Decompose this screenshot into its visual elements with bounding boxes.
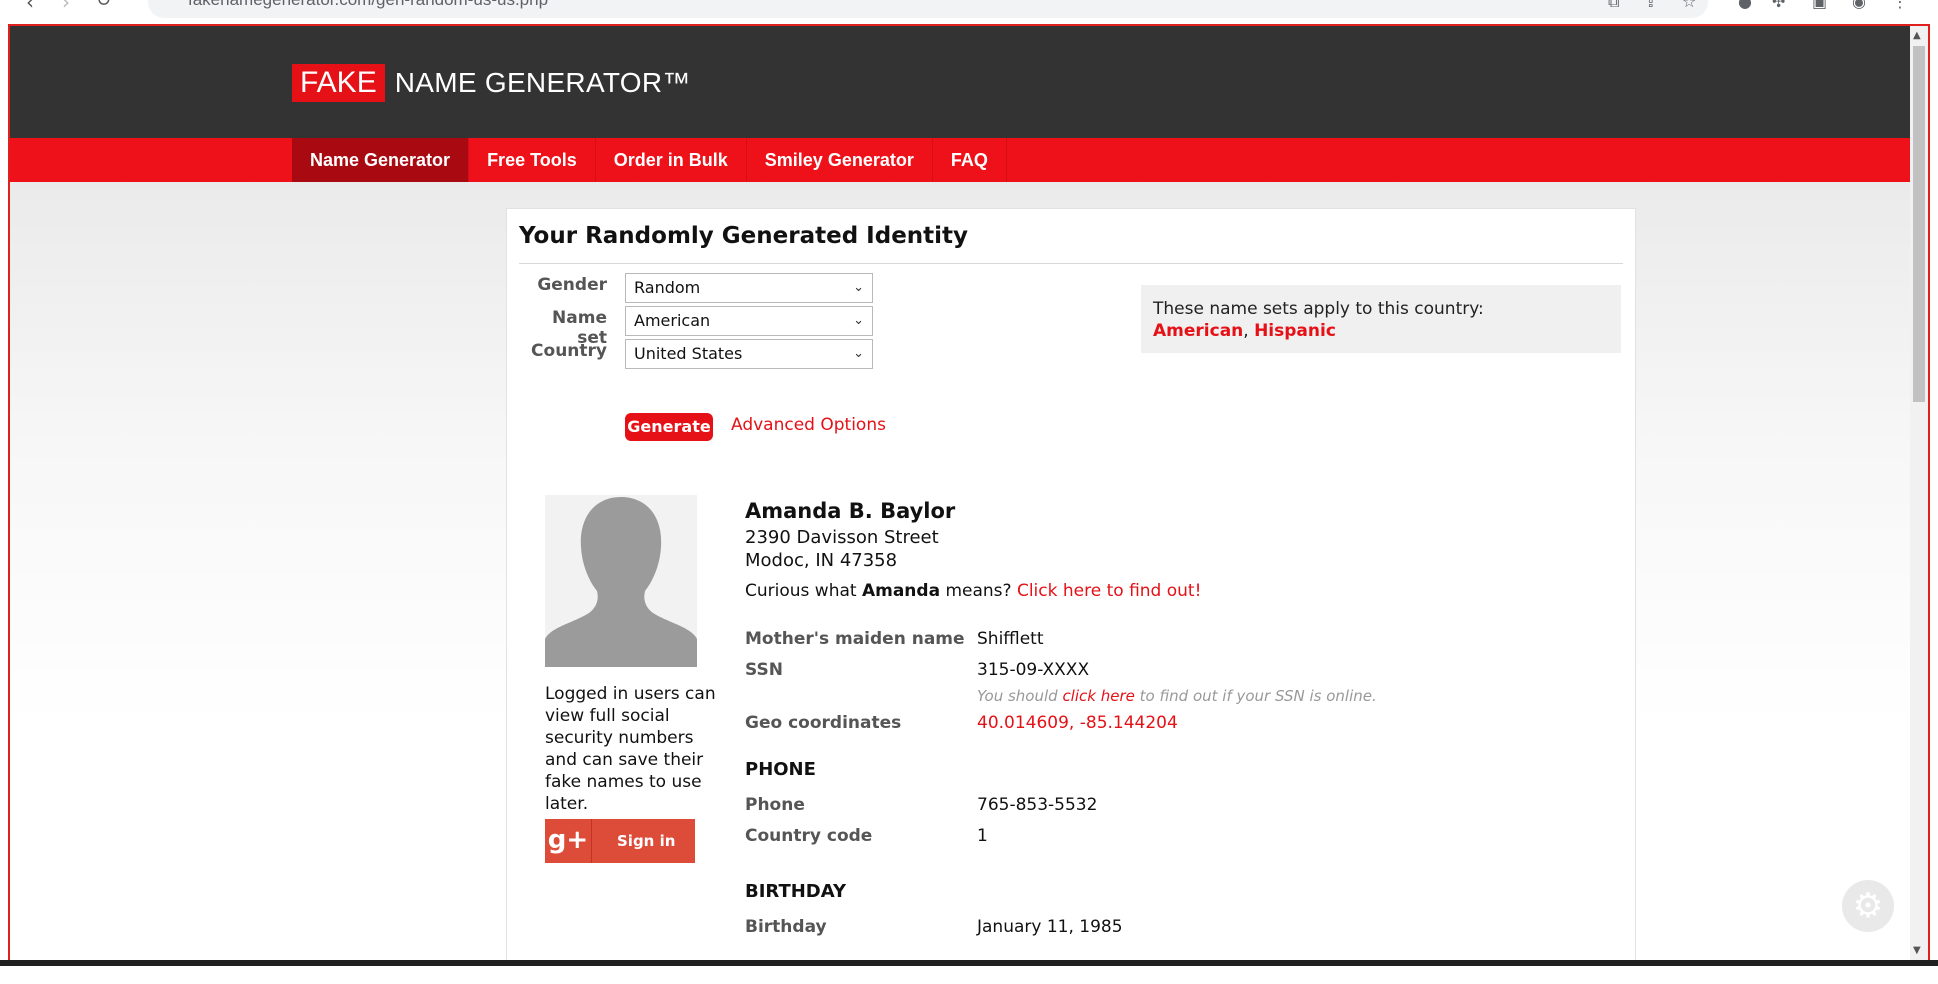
ssn-note-suffix: to find out if your SSN is online. [1134,687,1377,705]
ssn-label: SSN [745,660,783,680]
name-sets-list: American, Hispanic [1153,321,1336,341]
phone-label: Phone [745,795,805,815]
scroll-down-arrow-icon[interactable]: ▼ [1913,945,1921,956]
person-silhouette-icon [545,495,697,667]
page-title: Your Randomly Generated Identity [519,223,969,249]
chevron-down-icon: ⌄ [853,346,864,361]
taskbar-strip [0,960,1938,966]
signin-label: Sign in [617,832,676,850]
google-plus-signin-button[interactable]: g+ Sign in [545,819,695,863]
name-meaning-link[interactable]: Click here to find out! [1017,581,1201,601]
translate-icon[interactable]: ⧉ [1608,0,1619,12]
country-select[interactable]: United States ⌄ [625,339,873,369]
name-sets-intro: These name sets apply to this country: [1153,299,1484,319]
puzzle-icon[interactable]: ✣ [1772,0,1785,11]
scroll-up-arrow-icon[interactable]: ▲ [1913,30,1921,41]
advanced-options-link[interactable]: Advanced Options [731,415,886,435]
nav-item-name-generator[interactable]: Name Generator [292,138,470,182]
site-logo[interactable]: FAKE NAME GENERATOR™ [292,64,691,102]
login-note: Logged in users can view full social sec… [545,684,716,814]
address-line-1: 2390 Davisson Street [745,527,939,548]
ssn-check-link[interactable]: click here [1062,687,1134,705]
chevron-down-icon: ⌄ [853,313,864,328]
ssn-value: 315-09-XXXX [977,660,1090,680]
phone-value: 765-853-5532 [977,795,1098,815]
nav-item-smiley-generator[interactable]: Smiley Generator [747,138,933,182]
curious-prefix: Curious what [745,581,862,601]
extension-circle-icon[interactable]: ● [1738,0,1752,11]
scrollbar-thumb[interactable] [1913,46,1925,402]
maiden-name-label: Mother's maiden name [745,629,965,649]
name-meaning-line: Curious what Amanda means? Click here to… [745,581,1201,601]
site-header: FAKE NAME GENERATOR™ [10,26,1910,138]
identity-name: Amanda B. Baylor [745,499,956,523]
name-set-separator: , [1243,321,1255,341]
generate-button[interactable]: Generate [625,413,713,441]
geo-coordinates-link[interactable]: 40.014609, -85.144204 [977,713,1178,733]
back-icon[interactable]: ‹ [26,0,34,14]
nameset-select-value: American [634,311,711,330]
geo-label: Geo coordinates [745,713,902,733]
phone-section-heading: PHONE [745,759,816,780]
name-sets-box: These name sets apply to this country: A… [1141,285,1621,353]
gender-label: Gender [537,275,607,295]
country-label: Country [531,341,607,361]
page-viewport: FAKE NAME GENERATOR™ Name Generator Free… [8,24,1930,962]
nav-item-order-in-bulk[interactable]: Order in Bulk [596,138,747,182]
profile-avatar-icon[interactable]: ◉ [1852,0,1866,11]
name-set-link-hispanic[interactable]: Hispanic [1254,321,1336,341]
bookmark-star-icon[interactable]: ☆ [1682,0,1696,11]
maiden-name-value: Shifflett [977,629,1044,649]
url-text[interactable]: fakenamegenerator.com/gen-random-us-us.p… [188,0,548,10]
sidepanel-icon[interactable]: ▣ [1812,0,1827,11]
google-plus-icon: g+ [545,819,592,863]
gender-select-value: Random [634,278,701,297]
birthday-value: January 11, 1985 [977,917,1123,937]
ssn-note-prefix: You should [977,687,1063,705]
birthday-label: Birthday [745,917,827,937]
avatar-placeholder [545,495,697,667]
logo-wordmark: NAME GENERATOR™ [394,67,691,98]
country-select-value: United States [634,344,743,363]
nav-item-free-tools[interactable]: Free Tools [469,138,596,182]
identity-card: Your Randomly Generated Identity Gender … [506,208,1636,960]
menu-kebab-icon[interactable]: ⋮ [1892,0,1908,11]
ssn-note: You should click here to find out if you… [977,687,1377,705]
reload-icon[interactable]: ↻ [96,0,111,11]
os-taskbar [0,960,1938,984]
share-icon[interactable]: ⇪ [1644,0,1657,11]
birthday-section-heading: BIRTHDAY [745,881,846,902]
chevron-down-icon: ⌄ [853,280,864,295]
page-scrollbar[interactable]: ▲ ▼ [1910,26,1928,960]
main-nav: Name Generator Free Tools Order in Bulk … [10,138,1910,182]
gender-select[interactable]: Random ⌄ [625,273,873,303]
logo-fake-badge: FAKE [292,64,385,102]
country-code-value: 1 [977,826,988,846]
settings-gear-icon[interactable]: ⚙ [1842,880,1894,932]
nav-item-faq[interactable]: FAQ [933,138,1007,182]
browser-toolbar: ‹ › ↻ fakenamegenerator.com/gen-random-u… [0,0,1938,24]
address-line-2: Modoc, IN 47358 [745,550,898,571]
forward-icon[interactable]: › [62,0,70,14]
name-set-link-american[interactable]: American [1153,321,1243,341]
curious-suffix: means? [940,581,1017,601]
nameset-select[interactable]: American ⌄ [625,306,873,336]
title-divider [519,263,1623,264]
curious-first-name: Amanda [861,581,941,601]
country-code-label: Country code [745,826,873,846]
